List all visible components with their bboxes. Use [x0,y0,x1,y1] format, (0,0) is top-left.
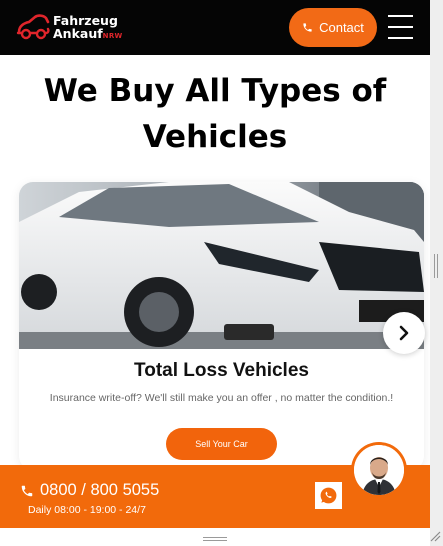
hamburger-menu-icon[interactable] [388,13,413,41]
support-agent-avatar[interactable] [351,442,407,498]
card-description: Insurance write-off? We'll still make yo… [49,392,394,404]
phone-link[interactable]: 0800 / 800 5055 [20,481,159,500]
opening-hours: Daily 08:00 - 19:00 - 24/7 [28,504,146,516]
vertical-scrollbar[interactable] [430,0,443,546]
contact-label: Contact [319,20,364,35]
bottom-resize-grip[interactable] [203,537,227,541]
page-title-line-1: We Buy All Types of [43,73,387,109]
chevron-right-icon [399,325,409,341]
whatsapp-icon [320,487,337,504]
page-viewport: Fahrzeug AnkaufNRW Contact We Buy All Ty… [0,0,430,546]
phone-icon [303,23,312,32]
scrollbar-grip[interactable] [434,254,438,278]
resize-corner-icon[interactable] [429,530,441,542]
card-title: Total Loss Vehicles [134,360,309,381]
vehicle-photo [19,182,424,349]
site-header: Fahrzeug AnkaufNRW Contact [0,0,430,55]
page-title-line-2: Vehicles [142,119,288,155]
whatsapp-button[interactable] [315,482,342,509]
vehicle-type-card: Total Loss Vehicles Insurance write-off?… [19,182,424,470]
site-logo[interactable]: Fahrzeug AnkaufNRW [16,10,126,44]
logo-line-2: Ankauf [53,26,103,41]
carousel-next-button[interactable] [383,312,425,354]
logo-wordmark: Fahrzeug AnkaufNRW [53,14,123,43]
phone-icon [21,485,33,496]
logo-suffix: NRW [102,32,123,40]
phone-number: 0800 / 800 5055 [40,481,160,499]
sell-your-car-button[interactable]: Sell Your Car [166,428,277,460]
page-title: We Buy All Types of Vehicles [0,68,430,160]
car-logo-icon [16,14,50,40]
contact-button[interactable]: Contact [289,8,377,47]
